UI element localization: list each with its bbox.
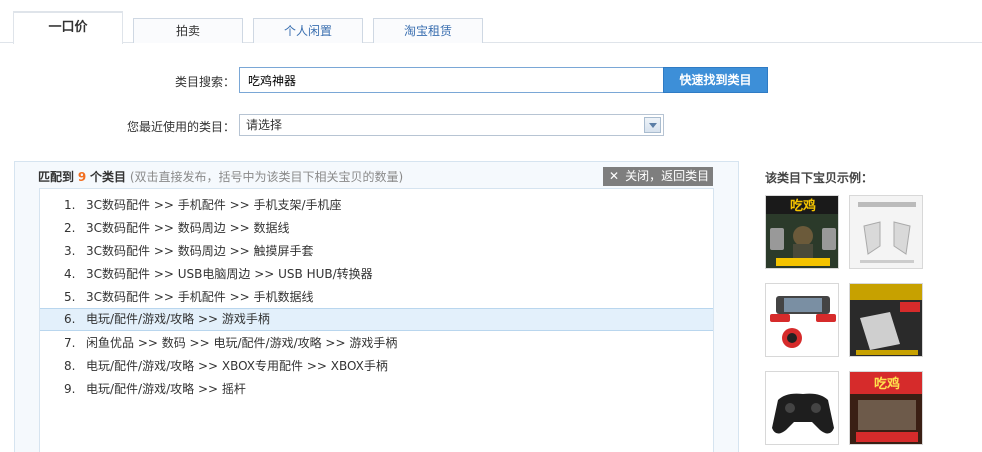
black-controller-image — [766, 372, 838, 444]
item-path: 3C数码配件 >> USB电脑周边 >> USB HUB/转换器 — [86, 267, 373, 281]
gamepad-clip-image — [766, 284, 838, 356]
example-thumb-3[interactable] — [765, 283, 839, 357]
item-path: 电玩/配件/游戏/攻略 >> 摇杆 — [86, 382, 246, 396]
list-item[interactable]: 7. 闲鱼优品 >> 数码 >> 电玩/配件/游戏/攻略 >> 游戏手柄 — [40, 332, 713, 355]
match-hint: (双击直接发布，括号中为该类目下相关宝贝的数量) — [129, 170, 404, 184]
item-path: 电玩/配件/游戏/攻略 >> XBOX专用配件 >> XBOX手柄 — [86, 359, 388, 373]
close-return-label: 关闭，返回类目 — [625, 169, 710, 183]
tab-auction[interactable]: 拍卖 — [133, 18, 243, 43]
list-item[interactable]: 9. 电玩/配件/游戏/攻略 >> 摇杆 — [40, 378, 713, 401]
list-item-selected[interactable]: 6. 电玩/配件/游戏/攻略 >> 游戏手柄 — [40, 308, 713, 331]
list-item[interactable]: 3. 3C数码配件 >> 数码周边 >> 触摸屏手套 — [40, 240, 713, 263]
banner-text: 吃鸡 — [874, 376, 900, 392]
banner-text: 吃鸡 — [790, 198, 816, 214]
category-result-list: 1. 3C数码配件 >> 手机配件 >> 手机支架/手机座 2. 3C数码配件 >>… — [39, 188, 714, 452]
list-item[interactable]: 8. 电玩/配件/游戏/攻略 >> XBOX专用配件 >> XBOX手柄 — [40, 355, 713, 378]
tab-taobao-rental[interactable]: 淘宝租赁 — [373, 18, 483, 43]
item-path: 3C数码配件 >> 数码周边 >> 数据线 — [86, 221, 290, 235]
close-icon: ✕ — [609, 169, 620, 183]
example-thumb-2[interactable] — [849, 195, 923, 269]
quick-find-category-button[interactable]: 快速找到类目 — [663, 67, 768, 93]
item-number: 3. — [64, 244, 76, 258]
match-summary: 匹配到 9 个类目 (双击直接发布，括号中为该类目下相关宝贝的数量) — [38, 168, 403, 185]
list-item[interactable]: 1. 3C数码配件 >> 手机配件 >> 手机支架/手机座 — [40, 194, 713, 217]
close-return-button[interactable]: ✕ 关闭，返回类目 — [603, 167, 713, 186]
recent-category-select[interactable]: 请选择 — [239, 114, 664, 136]
item-number: 5. — [64, 290, 76, 304]
tab-personal-idle[interactable]: 个人闲置 — [253, 18, 363, 43]
game-promo-image: 吃鸡 — [850, 372, 922, 444]
examples-title: 该类目下宝贝示例： — [765, 171, 874, 185]
match-prefix: 匹配到 — [38, 170, 75, 184]
tab-fixed-price[interactable]: 一口价 — [13, 11, 123, 44]
category-search-input[interactable] — [239, 67, 664, 93]
category-search-label: 类目搜索： — [174, 75, 235, 89]
item-number: 7. — [64, 336, 76, 350]
item-path: 电玩/配件/游戏/攻略 >> 游戏手柄 — [86, 312, 270, 326]
listing-type-tabs: 一口价 拍卖 个人闲置 淘宝租赁 — [0, 0, 982, 44]
item-path: 3C数码配件 >> 手机配件 >> 手机支架/手机座 — [86, 198, 342, 212]
list-item[interactable]: 4. 3C数码配件 >> USB电脑周边 >> USB HUB/转换器 — [40, 263, 713, 286]
item-number: 9. — [64, 382, 76, 396]
item-number: 8. — [64, 359, 76, 373]
trigger-promo-image — [850, 284, 922, 356]
example-thumb-1[interactable]: 吃鸡 — [765, 195, 839, 269]
match-suffix: 个类目 — [90, 170, 127, 184]
recent-category-value: 请选择 — [246, 118, 283, 132]
example-thumb-6[interactable]: 吃鸡 — [849, 371, 923, 445]
match-count: 9 — [77, 170, 87, 184]
item-path: 3C数码配件 >> 数码周边 >> 触摸屏手套 — [86, 244, 314, 258]
item-number: 2. — [64, 221, 76, 235]
item-path: 闲鱼优品 >> 数码 >> 电玩/配件/游戏/攻略 >> 游戏手柄 — [86, 336, 398, 350]
item-number: 6. — [64, 312, 76, 326]
recent-category-label: 您最近使用的类目： — [126, 120, 235, 134]
item-number: 4. — [64, 267, 76, 281]
example-thumb-4[interactable] — [849, 283, 923, 357]
list-item[interactable]: 5. 3C数码配件 >> 手机配件 >> 手机数据线 — [40, 286, 713, 309]
list-item[interactable]: 2. 3C数码配件 >> 数码周边 >> 数据线 — [40, 217, 713, 240]
trigger-accessory-image — [850, 196, 922, 268]
item-path: 3C数码配件 >> 手机配件 >> 手机数据线 — [86, 290, 314, 304]
game-trigger-ad-image: 吃鸡 — [766, 196, 838, 268]
item-number: 1. — [64, 198, 76, 212]
chevron-down-icon[interactable] — [644, 117, 661, 133]
example-thumb-5[interactable] — [765, 371, 839, 445]
